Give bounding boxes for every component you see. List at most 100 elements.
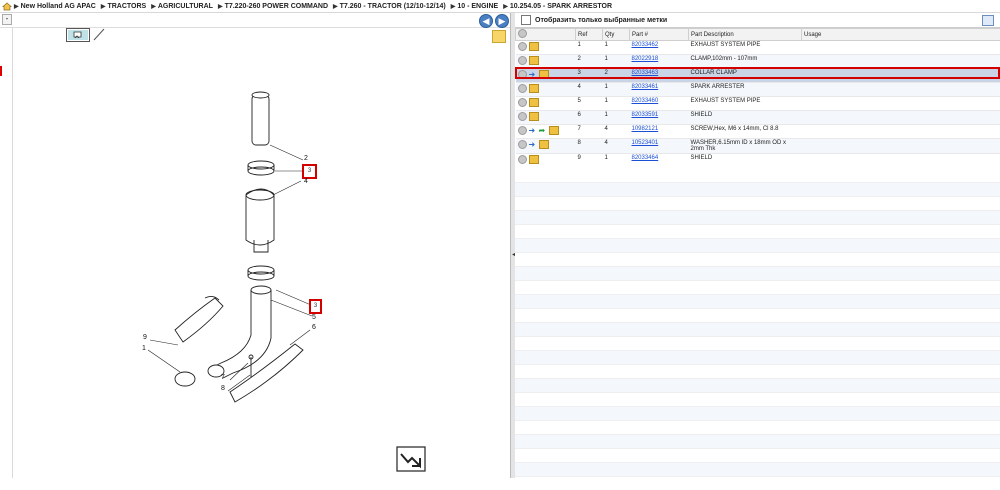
table-row[interactable]: 4182033461SPARK ARRESTER [516,83,1000,97]
add-to-cart-icon[interactable] [539,70,549,79]
cell-description-text: SHIELD [691,112,713,118]
cell-qty: 1 [603,154,630,168]
breadcrumb-item[interactable]: ▶10.254.05 - SPARK ARRESTOR [503,3,612,10]
info-icon[interactable] [518,126,527,135]
export-icon[interactable] [982,15,994,26]
part-number-link[interactable]: 10982121 [632,126,659,132]
info-icon[interactable] [518,42,527,51]
cell-ref-text: 5 [578,98,581,104]
table-row[interactable]: 5182033460EXHAUST SYSTEM PIPE [516,97,1000,111]
col-qty[interactable]: Qty [603,29,630,41]
parts-list-pane: Отобразить только выбранные метки Ref Qt… [515,13,1000,478]
info-icon[interactable] [518,140,527,149]
info-icon[interactable] [518,112,527,121]
callout-7[interactable]: 7 [221,374,225,381]
select-all-icon[interactable] [516,29,576,41]
callout-5[interactable]: 5 [312,314,316,321]
cell-qty: 1 [603,83,630,97]
add-to-cart-icon[interactable] [529,42,539,51]
row-icons [516,111,576,125]
col-ref[interactable]: Ref [576,29,603,41]
callout-1[interactable]: 1 [142,345,146,352]
table-row[interactable]: ➜3282033463COLLAR CLAMP [516,69,1000,83]
cell-ref-text: 6 [578,112,581,118]
substitution-arrow-icon[interactable]: ➜ [529,127,537,134]
add-to-cart-icon[interactable] [529,112,539,121]
table-row[interactable]: 6 182033591 SHIELD [516,111,1000,125]
part-number-link[interactable]: 82033591 [632,112,659,118]
cell-part-number[interactable]: 82033460 [630,97,689,111]
part-number-link[interactable]: 82033463 [632,70,659,76]
add-to-cart-icon[interactable] [529,84,539,93]
cell-ref: 2 [576,55,603,69]
cell-part-number[interactable]: 82033464 [630,154,689,168]
add-to-cart-icon[interactable] [529,98,539,107]
cell-description: CLAMP,102mm - 107mm [689,55,802,69]
cell-part-number[interactable]: 10982121 [630,125,689,139]
show-selected-checkbox[interactable] [521,15,531,25]
table-row[interactable]: ➜➦7410982121SCREW,Hex, M6 x 14mm, Cl 8.8 [516,125,1000,139]
cell-description-text: CLAMP,102mm - 107mm [691,56,758,62]
continue-arrow-icon[interactable] [396,446,426,472]
cell-part-number[interactable]: 82033461 [630,83,689,97]
part-number-link[interactable]: 82022918 [632,56,659,62]
cell-part-number[interactable]: 82033591 [630,111,689,125]
callout-3-highlight[interactable]: 3 [302,164,317,179]
row-icons: ➜➦ [516,125,576,139]
part-number-link[interactable]: 10523401 [632,140,659,146]
callout-8[interactable]: 8 [221,385,225,392]
table-row[interactable]: ➜ 84 10523401 WASHER,6.15mm ID x 18mm OD x … [516,139,1000,154]
substitution-arrow-icon[interactable]: ➜ [529,141,537,148]
table-row[interactable]: 1182033462EXHAUST SYSTEM PIPE [516,41,1000,55]
cell-ref: 8 [576,139,603,154]
cell-ref: 7 [576,125,603,139]
show-selected-label: Отобразить только выбранные метки [535,17,667,24]
part-number-link[interactable]: 82033462 [632,42,659,48]
add-to-cart-icon[interactable] [539,140,549,149]
cell-part-number[interactable]: 82033463 [630,69,689,83]
cell-qty: 1 [603,97,630,111]
cell-ref: 6 [576,111,603,125]
col-part-number[interactable]: Part # [630,29,689,41]
callout-9[interactable]: 9 [143,334,147,341]
cell-part-number[interactable]: 82033462 [630,41,689,55]
cell-qty: 2 [603,69,630,83]
callout-4[interactable]: 4 [304,178,308,185]
cell-ref: 9 [576,154,603,168]
cell-description: WASHER,6.15mm ID x 18mm OD x 2mm Thk [689,139,802,154]
table-row[interactable]: 91 82033464 SHIELD [516,154,1000,168]
col-description[interactable]: Part Description [689,29,802,41]
part-number-link[interactable]: 82033460 [632,98,659,104]
row-icons [516,41,576,55]
callout-2[interactable]: 2 [304,155,308,162]
part-number-link[interactable]: 82033464 [632,155,659,161]
callout-6[interactable]: 6 [312,324,316,331]
cell-qty-text: 1 [605,155,608,161]
cell-usage [802,139,1000,154]
cell-description: EXHAUST SYSTEM PIPE [689,41,802,55]
info-icon[interactable] [518,56,527,65]
row-icons [516,83,576,97]
cell-description: SHIELD [689,154,802,168]
table-row[interactable]: 2182022918CLAMP,102mm - 107mm [516,55,1000,69]
info-icon[interactable] [518,70,527,79]
info-icon[interactable] [518,98,527,107]
part-number-link[interactable]: 82033461 [632,84,659,90]
cell-description: COLLAR CLAMP [689,69,802,83]
info-icon[interactable] [518,84,527,93]
add-to-cart-icon[interactable] [529,155,539,164]
parts-diagram [0,0,510,478]
substitution-arrow-icon[interactable]: ➜ [529,71,537,78]
add-to-cart-icon[interactable] [549,126,559,135]
kit-arrow-icon[interactable]: ➦ [539,127,547,134]
cell-qty: 1 [603,111,630,125]
cell-part-number[interactable]: 10523401 [630,139,689,154]
col-usage[interactable]: Usage [802,29,1000,41]
info-icon[interactable] [518,155,527,164]
cell-qty-text: 1 [605,42,608,48]
cell-qty-text: 4 [605,140,608,146]
cell-part-number[interactable]: 82022918 [630,55,689,69]
add-to-cart-icon[interactable] [529,56,539,65]
cell-usage [802,83,1000,97]
callout-3-highlight-b[interactable]: 3 [309,299,322,314]
